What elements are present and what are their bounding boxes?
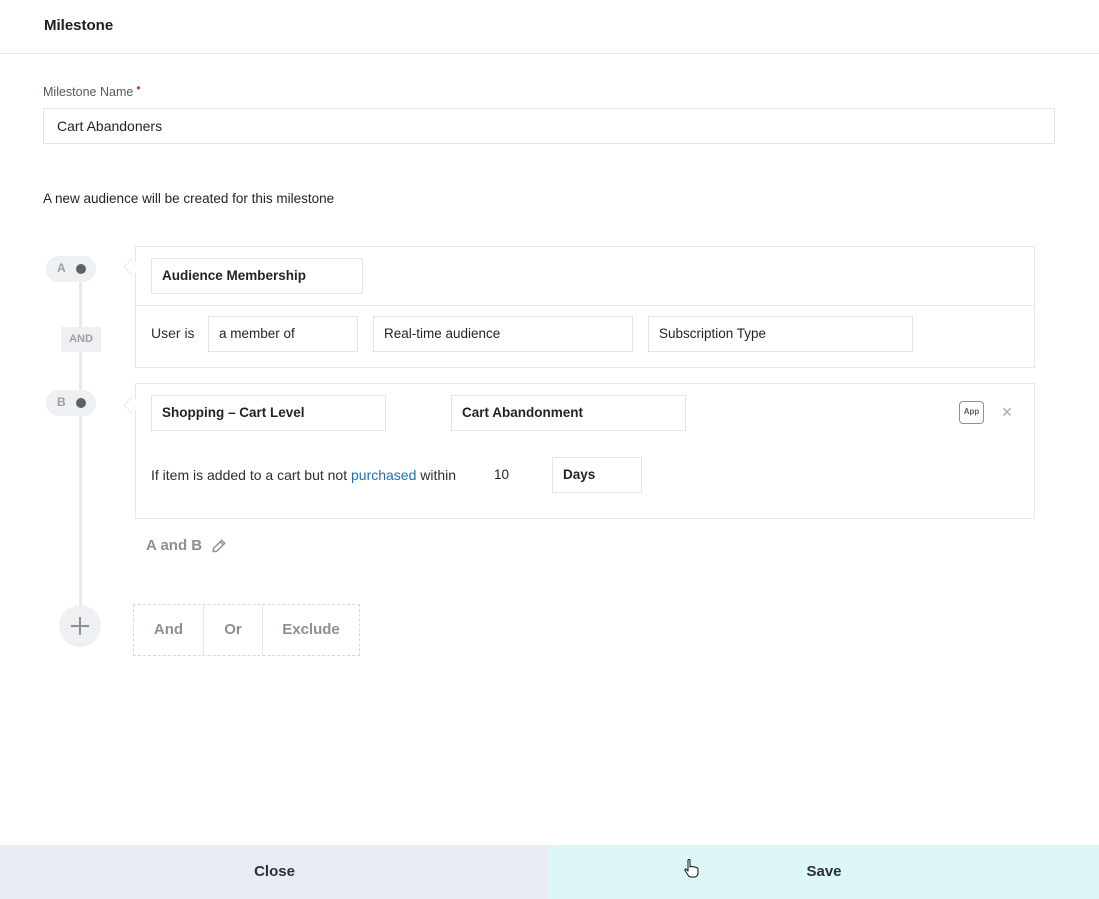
node-b-dot [76, 398, 86, 408]
event-select[interactable]: Cart Abandonment [451, 395, 686, 431]
milestone-name-input[interactable] [43, 108, 1055, 144]
condition-a-type-select[interactable]: Audience Membership [151, 258, 363, 294]
node-b: B [46, 390, 96, 416]
audience-kind-select[interactable]: Real-time audience [373, 316, 633, 352]
condition-a-prefix: User is [151, 325, 195, 341]
and-badge: AND [61, 327, 101, 352]
save-button[interactable]: Save [549, 845, 1099, 899]
node-a-label: A [57, 261, 66, 275]
audience-name-select[interactable]: Subscription Type [648, 316, 913, 352]
modal-header: Milestone [0, 0, 1099, 54]
app-icon[interactable]: App [959, 401, 984, 424]
operator-group: And Or Exclude [133, 604, 360, 656]
close-icon[interactable]: × [999, 403, 1015, 421]
add-condition-button[interactable] [59, 605, 101, 647]
event-category-select[interactable]: Shopping – Cart Level [151, 395, 386, 431]
required-marker: • [136, 81, 141, 95]
pencil-icon[interactable] [210, 537, 228, 555]
hand-cursor-icon [684, 859, 699, 878]
duration-value-input[interactable]: 10 [483, 457, 538, 493]
and-button[interactable]: And [134, 605, 204, 655]
modal-title: Milestone [44, 17, 114, 34]
info-text: A new audience will be created for this … [43, 191, 335, 206]
logic-expression: A and B [146, 537, 203, 554]
node-a-dot [76, 264, 86, 274]
or-button[interactable]: Or [204, 605, 263, 655]
timeline-line [79, 268, 82, 628]
close-button[interactable]: Close [0, 845, 549, 899]
node-a: A [46, 256, 96, 282]
plus-icon [71, 617, 89, 635]
exclude-button[interactable]: Exclude [263, 605, 359, 655]
duration-unit-select[interactable]: Days [552, 457, 642, 493]
node-b-label: B [57, 395, 66, 409]
purchased-link[interactable]: purchased [351, 467, 416, 483]
condition-b-rule: If item is added to a cart but not purch… [151, 467, 457, 483]
membership-relation-select[interactable]: a member of [208, 316, 358, 352]
milestone-name-label: Milestone Name • [43, 81, 141, 99]
